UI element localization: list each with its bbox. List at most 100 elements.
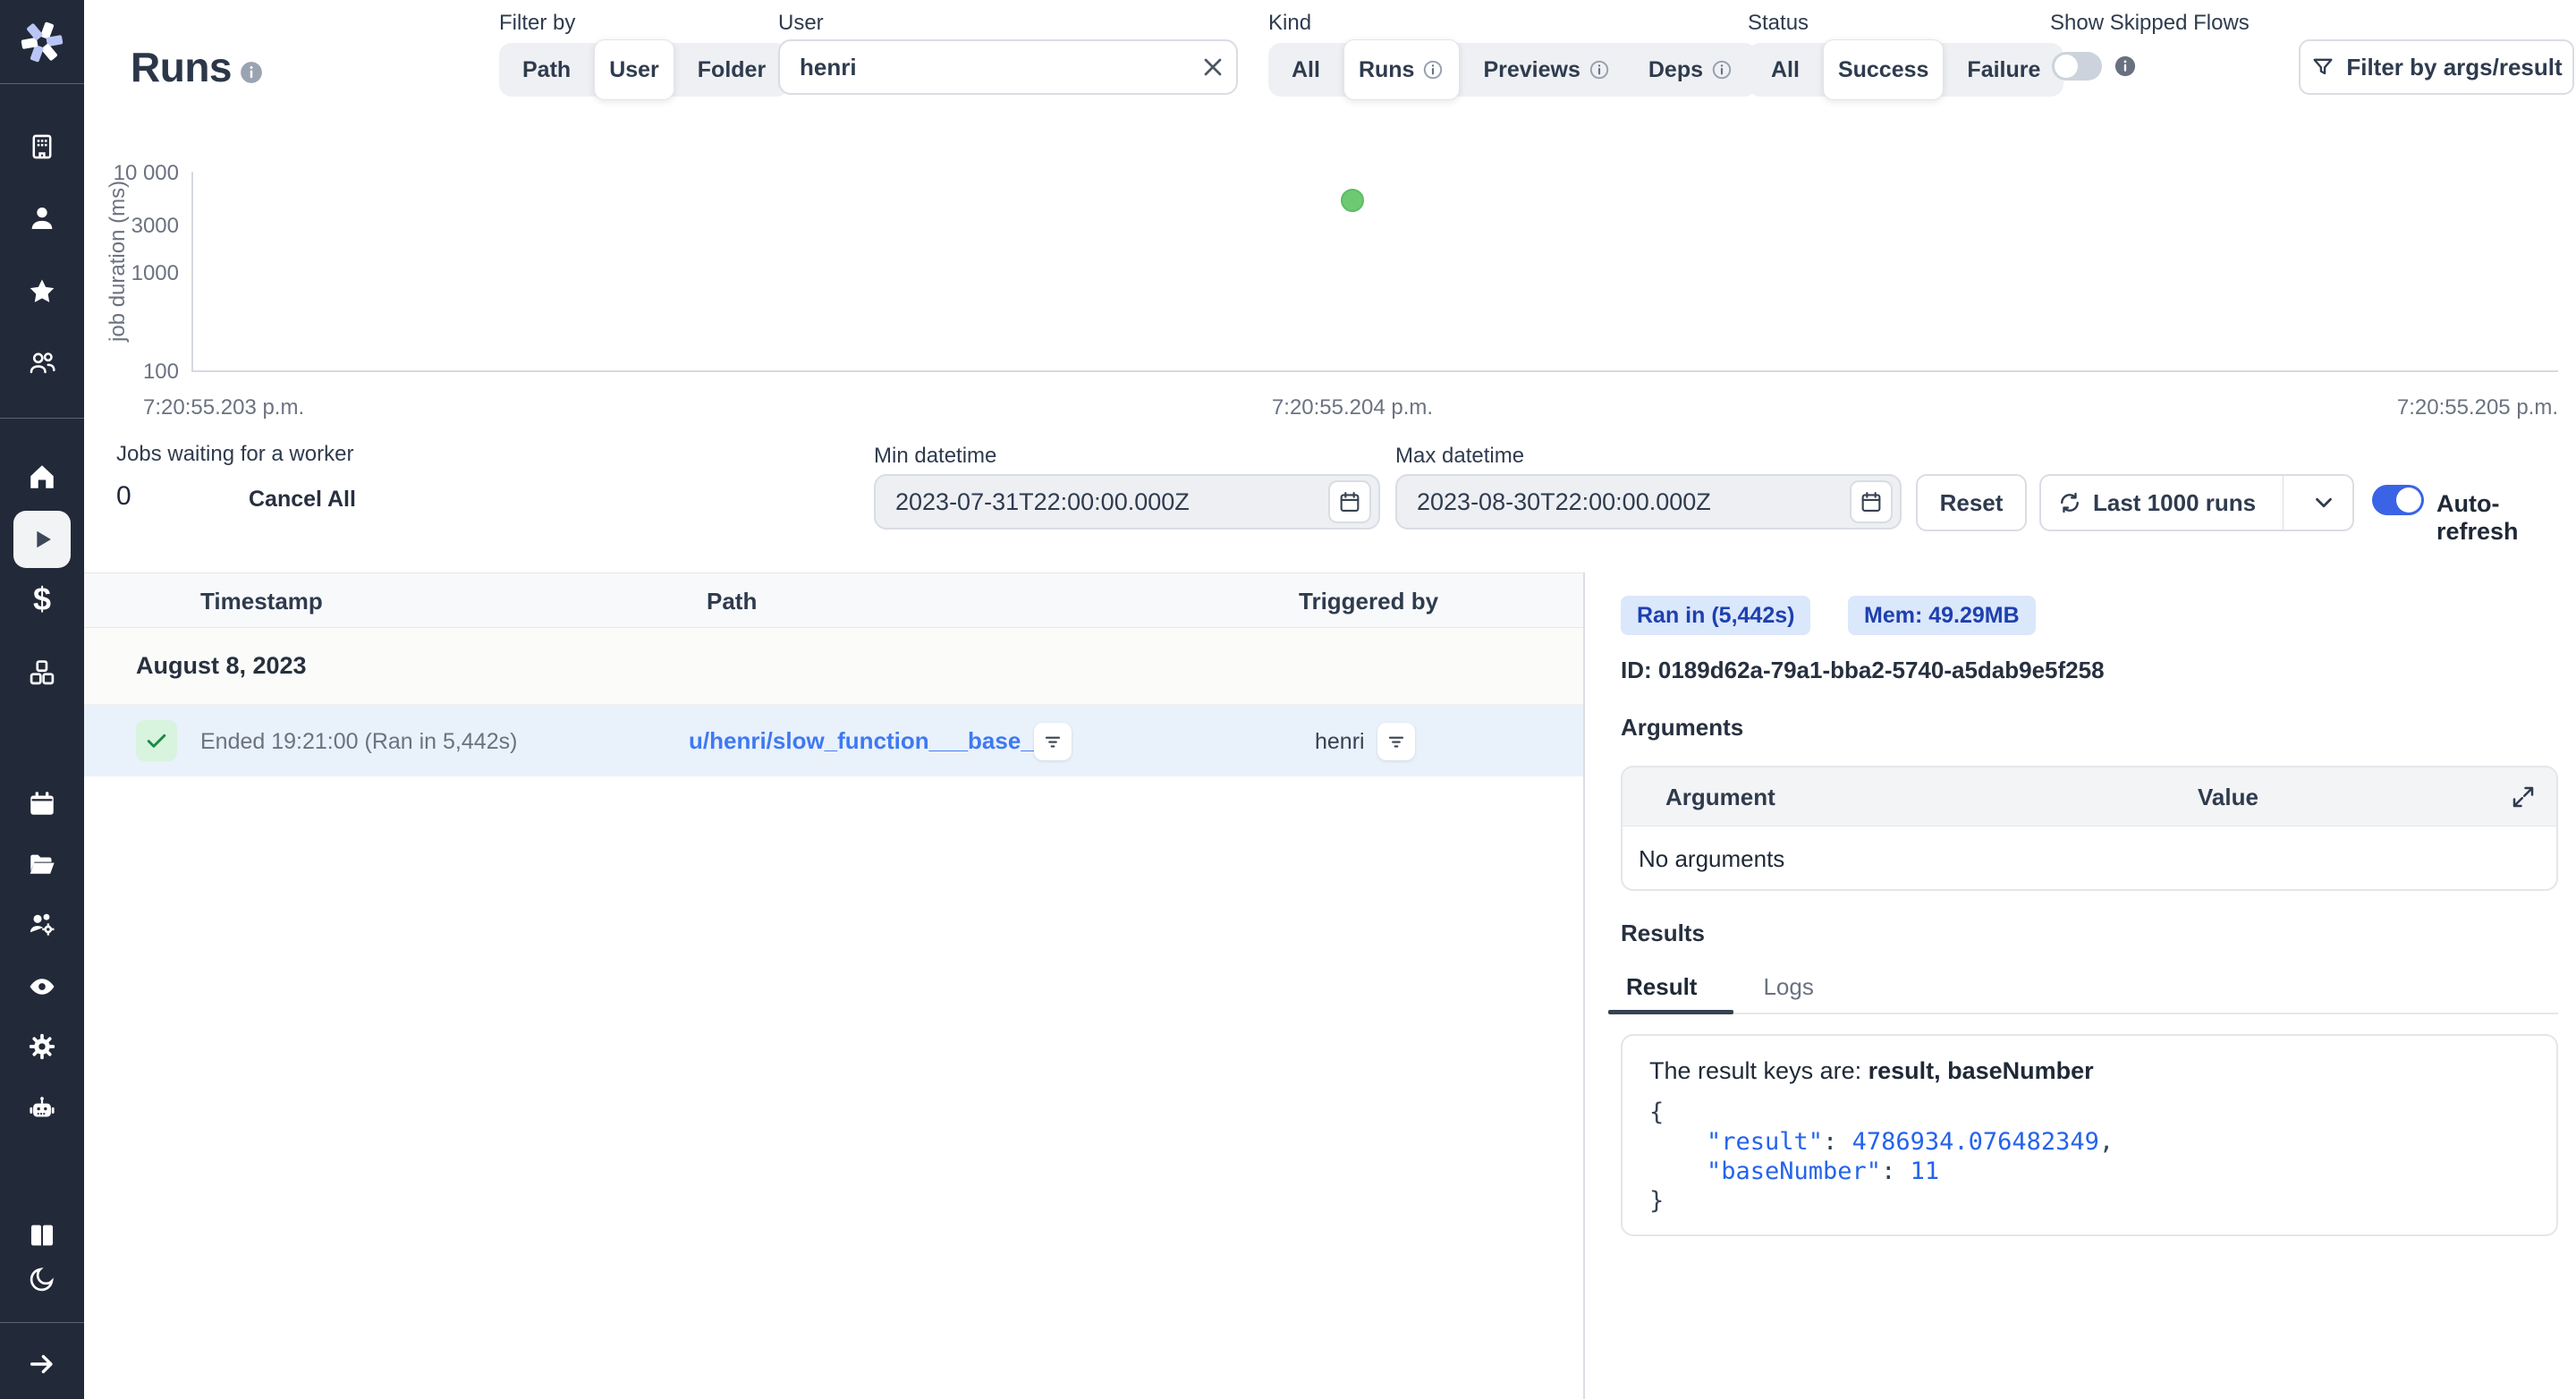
moon-icon bbox=[28, 1265, 56, 1293]
panel-divider bbox=[1583, 572, 1585, 1399]
sidebar-divider bbox=[0, 1322, 84, 1323]
status-label: Status bbox=[1748, 11, 1809, 36]
windmill-logo[interactable] bbox=[0, 0, 84, 84]
last-runs-dropdown[interactable] bbox=[2294, 474, 2352, 531]
filter-by-user-chip[interactable] bbox=[1377, 723, 1415, 760]
filter-by-path[interactable]: Path bbox=[508, 43, 585, 97]
sidebar-item-home[interactable] bbox=[0, 459, 84, 495]
kind-runs[interactable]: Runs bbox=[1343, 39, 1461, 100]
home-icon bbox=[27, 462, 57, 492]
user-filter-input[interactable] bbox=[778, 39, 1238, 95]
calendar-icon bbox=[27, 788, 57, 818]
info-icon[interactable] bbox=[2113, 54, 2138, 79]
toggle-knob bbox=[2055, 55, 2078, 78]
funnel-icon bbox=[2310, 55, 2335, 80]
sidebar-item-workers[interactable] bbox=[0, 1091, 84, 1127]
info-icon bbox=[1421, 58, 1445, 81]
memory-badge: Mem: 49.29MB bbox=[1848, 596, 2036, 635]
status-success[interactable]: Success bbox=[1823, 39, 1944, 100]
run-row[interactable]: Ended 19:21:00 (Ran in 5,442s) u/henri/s… bbox=[84, 705, 1583, 776]
folder-icon bbox=[27, 849, 57, 879]
jobs-waiting-label: Jobs waiting for a worker bbox=[116, 442, 353, 467]
col-timestamp: Timestamp bbox=[200, 573, 323, 629]
y-tick-100: 100 bbox=[0, 360, 179, 385]
value-col-header: Value bbox=[2198, 767, 2258, 827]
result-json: { "result": 4786934.076482349, "baseNumb… bbox=[1649, 1098, 2529, 1216]
result-summary-prefix: The result keys are: bbox=[1649, 1057, 1868, 1084]
calendar-picker-icon[interactable] bbox=[1328, 480, 1371, 523]
filter-by-group: Path User Folder bbox=[499, 43, 789, 97]
last-runs-main[interactable]: Last 1000 runs bbox=[2041, 474, 2272, 531]
x-tick-right: 7:20:55.205 p.m. bbox=[2200, 395, 2558, 420]
no-arguments-text: No arguments bbox=[1639, 845, 1784, 873]
sidebar-item-resources[interactable] bbox=[0, 655, 84, 691]
json-line: "result": 4786934.076482349, bbox=[1649, 1127, 2529, 1157]
kind-all[interactable]: All bbox=[1277, 43, 1335, 97]
sidebar-item-schedules[interactable] bbox=[0, 785, 84, 821]
chart-x-axis bbox=[191, 370, 2558, 372]
runs-info-icon[interactable] bbox=[238, 59, 265, 86]
arrow-right-icon bbox=[27, 1349, 57, 1379]
filter-args-button[interactable]: Filter by args/result bbox=[2299, 39, 2574, 95]
sidebar-item-audit-logs[interactable] bbox=[0, 969, 84, 1005]
sidebar-item-folders[interactable] bbox=[0, 846, 84, 882]
max-datetime-label: Max datetime bbox=[1395, 444, 1524, 469]
kind-previews-label: Previews bbox=[1483, 57, 1580, 83]
clear-user-filter-icon[interactable] bbox=[1197, 51, 1229, 83]
run-duration-dot[interactable] bbox=[1341, 189, 1364, 212]
min-datetime-input[interactable]: 2023-07-31T22:00:00.000Z bbox=[874, 474, 1380, 530]
active-tab-underline bbox=[1608, 1010, 1733, 1014]
run-id: ID: 0189d62a-79a1-bba2-5740-a5dab9e5f258 bbox=[1621, 657, 2105, 684]
filter-by-path-chip[interactable] bbox=[1034, 723, 1072, 760]
tab-logs[interactable]: Logs bbox=[1758, 973, 1818, 1013]
filter-by-folder[interactable]: Folder bbox=[683, 43, 780, 97]
show-skipped-label: Show Skipped Flows bbox=[2050, 11, 2250, 36]
info-icon bbox=[1588, 58, 1611, 81]
result-summary-keys: result, baseNumber bbox=[1868, 1057, 2094, 1084]
filter-by-user[interactable]: User bbox=[594, 39, 674, 100]
info-icon bbox=[1710, 58, 1733, 81]
results-tabs: Result Logs bbox=[1621, 973, 2558, 1014]
json-open-brace: { bbox=[1649, 1098, 2529, 1127]
runs-table-header: Timestamp Path Triggered by bbox=[84, 572, 1583, 628]
jobs-waiting-count: 0 bbox=[116, 481, 131, 512]
max-datetime-input[interactable]: 2023-08-30T22:00:00.000Z bbox=[1395, 474, 1902, 530]
users-gear-icon bbox=[27, 909, 57, 939]
book-icon bbox=[27, 1220, 57, 1251]
reset-button[interactable]: Reset bbox=[1916, 474, 2027, 531]
tab-result[interactable]: Result bbox=[1621, 973, 1702, 1013]
last-runs-button[interactable]: Last 1000 runs bbox=[2039, 474, 2354, 531]
col-triggered-by: Triggered by bbox=[1299, 573, 1438, 629]
calendar-picker-icon[interactable] bbox=[1850, 480, 1893, 523]
results-heading: Results bbox=[1621, 920, 1705, 947]
sidebar-item-variables[interactable]: $ bbox=[0, 581, 84, 617]
filter-lines-icon bbox=[1041, 730, 1064, 753]
sidebar-item-groups[interactable] bbox=[0, 906, 84, 942]
windmill-logo-icon bbox=[17, 17, 67, 67]
kind-deps-label: Deps bbox=[1648, 57, 1703, 83]
sidebar-item-docs[interactable] bbox=[0, 1217, 84, 1253]
cancel-all-button[interactable]: Cancel All bbox=[249, 487, 356, 513]
json-close-brace: } bbox=[1649, 1186, 2529, 1216]
toggle-knob bbox=[2396, 488, 2421, 513]
auto-refresh-toggle[interactable] bbox=[2372, 485, 2424, 515]
y-tick-3000: 3000 bbox=[0, 214, 179, 239]
sidebar-item-runs-selected[interactable] bbox=[13, 511, 71, 568]
result-box: The result keys are: result, baseNumber … bbox=[1621, 1034, 2558, 1236]
sidebar-item-settings[interactable] bbox=[0, 1029, 84, 1064]
kind-label: Kind bbox=[1268, 11, 1311, 36]
kind-deps[interactable]: Deps bbox=[1634, 43, 1748, 97]
show-skipped-toggle[interactable] bbox=[2052, 52, 2102, 81]
status-failure[interactable]: Failure bbox=[1953, 43, 2055, 97]
status-all[interactable]: All bbox=[1757, 43, 1814, 97]
min-datetime-value: 2023-07-31T22:00:00.000Z bbox=[895, 488, 1190, 516]
sidebar-expand-button[interactable] bbox=[0, 1346, 84, 1382]
x-tick-mid: 7:20:55.204 p.m. bbox=[1174, 395, 1531, 420]
sidebar-item-workspace[interactable] bbox=[0, 129, 84, 165]
run-path-link[interactable]: u/henri/slow_function___base_11 bbox=[689, 727, 1058, 755]
sidebar-item-theme[interactable] bbox=[0, 1261, 84, 1297]
expand-icon[interactable] bbox=[2510, 784, 2537, 810]
kind-previews[interactable]: Previews bbox=[1469, 43, 1624, 97]
filter-by-label: Filter by bbox=[499, 11, 575, 36]
robot-icon bbox=[27, 1094, 57, 1124]
